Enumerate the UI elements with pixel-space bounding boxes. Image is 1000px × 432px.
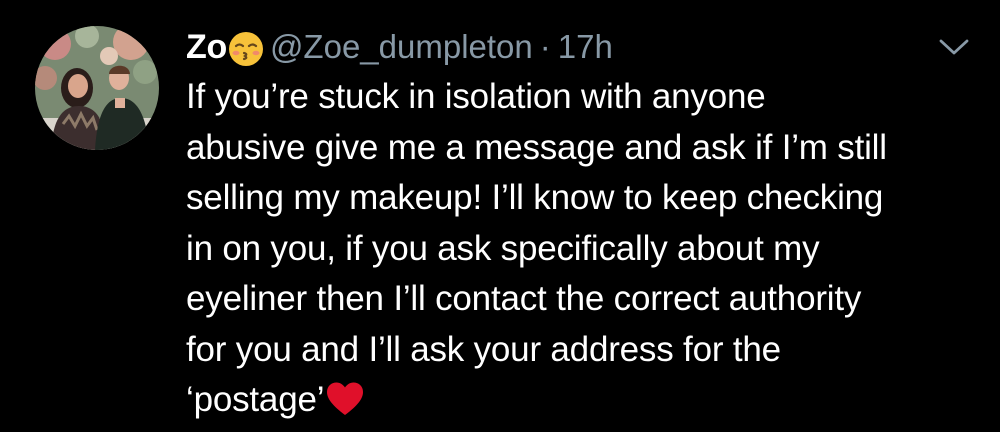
tweet-text-line: If you’re stuck in isolation with anyone xyxy=(186,77,766,116)
chevron-down-icon[interactable] xyxy=(938,36,970,58)
display-name[interactable]: Zo xyxy=(186,28,227,67)
tweet-text-last-line: ‘postage’ xyxy=(186,375,986,426)
tweet-header: Zo @Zoe_dumpleton · 17h xyxy=(186,22,613,72)
tweet-text-line: in on you, if you ask specifically about… xyxy=(186,228,820,268)
red-heart-icon xyxy=(325,381,365,417)
timestamp[interactable]: 17h xyxy=(558,28,613,66)
tweet-text: If you’re stuck in isolation with anyone… xyxy=(186,72,986,426)
tweet[interactable]: Zo @Zoe_dumpleton · 17h If you’re stuck … xyxy=(0,0,1000,432)
user-handle[interactable]: @Zoe_dumpleton xyxy=(270,28,533,66)
kissing-face-with-closed-eyes-icon xyxy=(228,31,264,67)
tweet-text-line: eyeliner then I’ll contact the correct a… xyxy=(186,279,862,318)
tweet-text-line: selling my makeup! I’ll know to keep che… xyxy=(186,178,884,217)
avatar-photo xyxy=(35,26,159,150)
tweet-text-line: for you and I’ll ask your address for th… xyxy=(186,329,781,369)
avatar[interactable] xyxy=(35,26,159,150)
tweet-text-line: abusive give me a message and ask if I’m… xyxy=(186,127,887,167)
tweet-text-line: ‘postage’ xyxy=(186,380,325,419)
separator-dot: · xyxy=(539,28,551,65)
